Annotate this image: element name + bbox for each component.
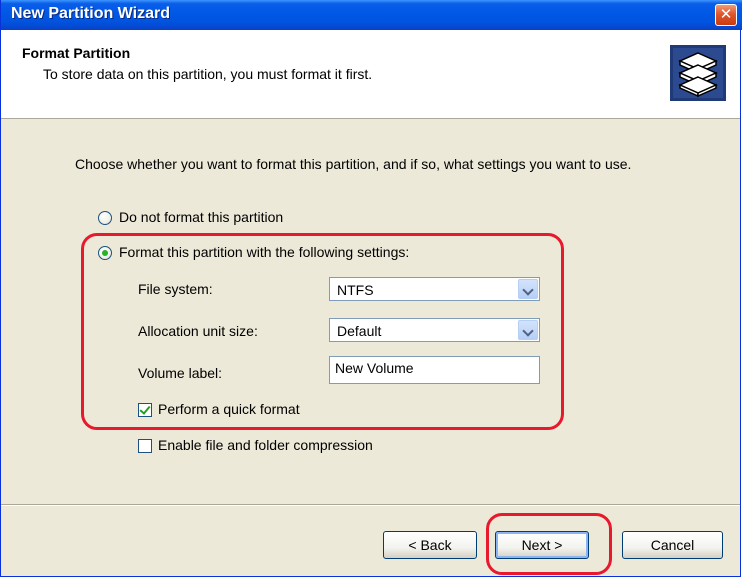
close-icon: ✕ bbox=[719, 6, 733, 23]
title-bar[interactable]: New Partition Wizard ✕ bbox=[1, 0, 742, 30]
back-button[interactable]: < Back bbox=[383, 531, 477, 559]
compression-checkbox[interactable] bbox=[138, 439, 152, 453]
close-button[interactable]: ✕ bbox=[715, 4, 737, 26]
page-subtitle: To store data on this partition, you mus… bbox=[43, 66, 373, 82]
page-title: Format Partition bbox=[22, 45, 131, 61]
radio-no-format-label[interactable]: Do not format this partition bbox=[119, 209, 283, 225]
compression-label[interactable]: Enable file and folder compression bbox=[158, 437, 373, 453]
intro-text: Choose whether you want to format this p… bbox=[75, 156, 632, 172]
window-title: New Partition Wizard bbox=[11, 5, 170, 22]
disk-stack-icon bbox=[670, 45, 726, 101]
settings-highlight bbox=[81, 233, 564, 430]
wizard-window: New Partition Wizard ✕ Format Partition … bbox=[0, 0, 742, 577]
footer-divider bbox=[1, 504, 740, 506]
radio-no-format[interactable] bbox=[98, 211, 112, 225]
wizard-header: Format Partition To store data on this p… bbox=[1, 30, 740, 119]
next-highlight bbox=[486, 513, 612, 575]
cancel-button[interactable]: Cancel bbox=[622, 531, 723, 559]
wizard-content: Choose whether you want to format this p… bbox=[1, 119, 742, 519]
